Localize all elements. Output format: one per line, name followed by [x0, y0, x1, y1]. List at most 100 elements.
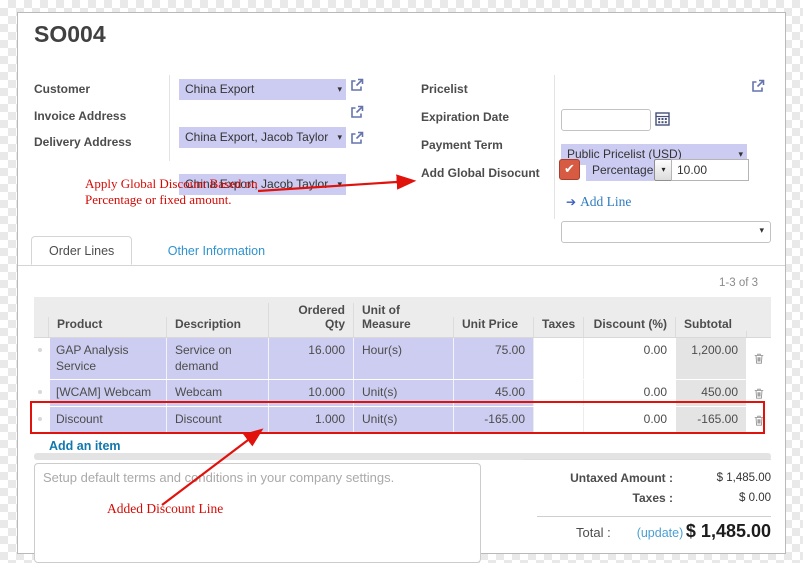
left-form-separator — [169, 75, 170, 161]
cell-taxes[interactable] — [533, 380, 583, 406]
cell-description[interactable]: Discount — [166, 407, 268, 433]
chevron-down-icon: ▾ — [337, 174, 342, 195]
taxes-label: Taxes : — [523, 491, 673, 505]
tab-order-lines[interactable]: Order Lines — [31, 236, 132, 265]
add-line-link[interactable]: ➔ Add Line — [566, 194, 631, 210]
delivery-address-label: Delivery Address — [34, 132, 132, 152]
order-lines-table: Product Description Ordered Qty Unit of … — [34, 297, 771, 458]
chevron-down-icon: ▾ — [337, 79, 342, 100]
cell-taxes[interactable] — [533, 407, 583, 433]
add-an-item-link[interactable]: Add an item — [49, 439, 121, 453]
col-header-description[interactable]: Description — [166, 317, 268, 337]
table-header-row: Product Description Ordered Qty Unit of … — [34, 297, 771, 338]
page-title: SO004 — [34, 21, 106, 48]
pricelist-external-link-icon[interactable] — [750, 78, 766, 99]
discount-value-input[interactable] — [671, 159, 749, 181]
row-handle[interactable] — [34, 407, 50, 433]
col-header-ordered-qty[interactable]: Ordered Qty — [268, 303, 353, 337]
annotation-line3: Added Discount Line — [107, 501, 223, 516]
delivery-address-external-link-icon[interactable] — [349, 130, 365, 151]
drag-dot-icon — [38, 417, 42, 421]
total-value: $ 1,485.00 — [683, 521, 771, 542]
col-header-unit-price[interactable]: Unit Price — [453, 317, 533, 337]
invoice-address-value: China Export, Jacob Taylor — [185, 130, 328, 144]
invoice-address-label: Invoice Address — [34, 106, 126, 126]
invoice-address-select[interactable]: China Export, Jacob Taylor ▾ — [179, 127, 346, 148]
total-label: Total : — [576, 525, 611, 540]
cell-subtotal: -165.00 — [675, 407, 746, 433]
cell-discount[interactable]: 0.00 — [583, 380, 675, 406]
drag-dot-icon — [38, 348, 42, 352]
table-row-discount[interactable]: Discount Discount 1.000 Unit(s) -165.00 … — [34, 407, 771, 434]
cell-uom[interactable]: Hour(s) — [353, 338, 453, 379]
cell-qty[interactable]: 10.000 — [268, 380, 353, 406]
taxes-value: $ 0.00 — [673, 492, 771, 504]
cell-uom[interactable]: Unit(s) — [353, 407, 453, 433]
cell-unit-price[interactable]: 75.00 — [453, 338, 533, 379]
trash-icon — [753, 414, 765, 427]
untaxed-amount-label: Untaxed Amount : — [523, 471, 673, 485]
delete-row-button[interactable] — [746, 380, 771, 406]
cell-qty[interactable]: 16.000 — [268, 338, 353, 379]
global-discount-annotation-text: Apply Global Discount Based on Percentag… — [85, 176, 275, 208]
global-discount-checkbox[interactable]: ✔ — [559, 159, 580, 180]
chevron-down-icon: ▾ — [337, 127, 342, 148]
blue-arrow-icon: ➔ — [566, 195, 576, 209]
tab-other-information[interactable]: Other Information — [150, 236, 283, 265]
cell-uom[interactable]: Unit(s) — [353, 380, 453, 406]
customer-select[interactable]: China Export ▾ — [179, 79, 346, 100]
update-total-link[interactable]: (update) — [637, 526, 684, 540]
discount-type-select[interactable]: Percentage ▾ — [586, 159, 673, 181]
sale-order-form: SO004 Customer Invoice Address Delivery … — [17, 12, 786, 554]
delete-row-button[interactable] — [746, 338, 771, 379]
cell-unit-price[interactable]: 45.00 — [453, 380, 533, 406]
cell-qty[interactable]: 1.000 — [268, 407, 353, 433]
col-header-actions — [746, 331, 771, 337]
cell-product[interactable]: GAP Analysis Service — [48, 338, 166, 379]
cell-product[interactable]: Discount — [48, 407, 166, 433]
cell-unit-price[interactable]: -165.00 — [453, 407, 533, 433]
check-icon: ✔ — [564, 161, 575, 176]
totals-divider — [537, 516, 771, 517]
cell-description[interactable]: Webcam — [166, 380, 268, 406]
cell-description[interactable]: Service on demand — [166, 338, 268, 379]
discount-type-value: Percentage — [586, 159, 654, 181]
totals-panel: Untaxed Amount : $ 1,485.00 Taxes : $ 0.… — [523, 459, 771, 547]
record-pager: 1-3 of 3 — [719, 277, 758, 289]
col-header-product[interactable]: Product — [48, 317, 166, 337]
col-header-taxes[interactable]: Taxes — [533, 317, 583, 337]
pricelist-label: Pricelist — [421, 79, 468, 99]
expiration-date-label: Expiration Date — [421, 107, 509, 127]
cell-subtotal: 450.00 — [675, 380, 746, 406]
tab-bar: Order Lines Other Information — [18, 235, 785, 266]
col-header-discount[interactable]: Discount (%) — [583, 317, 675, 337]
customer-value: China Export — [185, 82, 254, 96]
annotation-line1: Apply Global Discount Based on — [85, 176, 258, 191]
expiration-date-input[interactable] — [561, 109, 651, 131]
customer-label: Customer — [34, 79, 90, 99]
add-line-label: Add Line — [580, 194, 631, 209]
table-row[interactable]: GAP Analysis Service Service on demand 1… — [34, 338, 771, 380]
invoice-address-external-link-icon[interactable] — [349, 104, 365, 125]
trash-icon — [753, 352, 765, 365]
row-handle[interactable] — [34, 380, 50, 406]
terms-conditions-textarea[interactable] — [34, 463, 481, 563]
cell-taxes[interactable] — [533, 338, 583, 379]
calendar-icon[interactable] — [655, 111, 670, 131]
table-row[interactable]: [WCAM] Webcam Webcam 10.000 Unit(s) 45.0… — [34, 380, 771, 407]
drag-dot-icon — [38, 390, 42, 394]
right-form-separator — [554, 75, 555, 219]
customer-external-link-icon[interactable] — [349, 77, 365, 98]
cell-product[interactable]: [WCAM] Webcam — [48, 380, 166, 406]
annotation-line2: Percentage or fixed amount. — [85, 192, 232, 207]
delete-row-button[interactable] — [746, 407, 771, 433]
added-discount-line-annotation-text: Added Discount Line — [107, 501, 223, 517]
payment-term-label: Payment Term — [421, 135, 503, 155]
cell-discount[interactable]: 0.00 — [583, 338, 675, 379]
trash-icon — [753, 387, 765, 400]
add-global-discount-label: Add Global Disocunt — [421, 163, 540, 183]
col-header-subtotal[interactable]: Subtotal — [675, 317, 746, 337]
cell-discount[interactable]: 0.00 — [583, 407, 675, 433]
col-header-unit-of-measure[interactable]: Unit of Measure — [353, 303, 453, 337]
row-handle[interactable] — [34, 338, 50, 379]
